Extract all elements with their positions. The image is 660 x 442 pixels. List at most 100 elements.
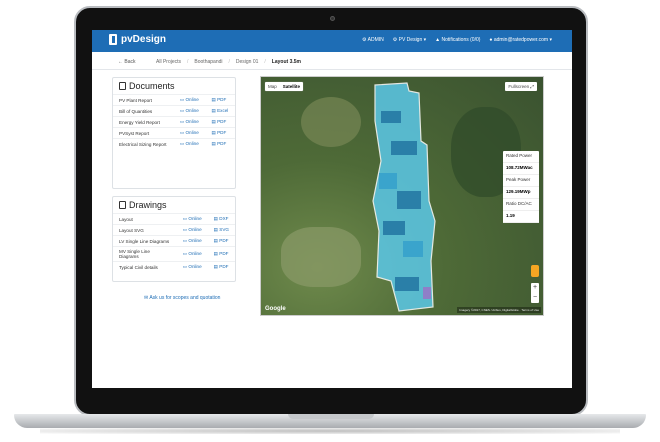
documents-table: PV Plant Report ▭ Online ▤ PDF Bill of Q… (113, 94, 235, 150)
online-label: Online (188, 216, 202, 221)
online-link[interactable]: ▭ Online (176, 213, 208, 225)
download-label: Excel (217, 108, 229, 113)
online-link[interactable]: ▭ Online (176, 224, 208, 236)
ratio-value: 1.19 (503, 211, 539, 223)
documents-title: Documents (129, 81, 175, 91)
download-label: PDF (219, 238, 229, 243)
peak-power-label: Peak Power (503, 175, 539, 187)
terrain-patch (281, 227, 361, 287)
online-link[interactable]: ▭ Online (176, 235, 208, 247)
download-label: PDF (217, 119, 227, 124)
online-link[interactable]: ▭ Online (173, 116, 206, 128)
download-label: PDF (219, 251, 229, 256)
crumb-all-projects[interactable]: All Projects (156, 59, 181, 65)
drawings-table: Layout ▭ Online ▤ DXF Layout SVG ▭ Onlin… (113, 213, 235, 273)
laptop-notch (288, 414, 374, 419)
download-link[interactable]: ▤ PDF (205, 94, 235, 106)
camera (330, 16, 335, 21)
nav-links: ⚙ ADMIN ⚙ PV Design ▾ ▲ Notifications (0… (362, 37, 552, 43)
doc-name: Electrical Sizing Report (113, 138, 174, 150)
back-button[interactable]: ← Back (118, 59, 136, 65)
pv-block (395, 277, 419, 291)
breadcrumb: ← Back All Projects / Boothapandi / Desi… (92, 52, 572, 70)
online-label: Online (188, 264, 202, 270)
screen: pvDesign ⚙ ADMIN ⚙ PV Design ▾ ▲ Notific… (92, 30, 572, 388)
drawing-name: Layout SVG (113, 224, 177, 236)
download-label: PDF (217, 141, 227, 147)
online-link[interactable]: ▭ Online (176, 246, 208, 262)
drawing-name: Typical Civil details (113, 261, 177, 273)
online-label: Online (185, 130, 199, 135)
online-link[interactable]: ▭ Online (173, 94, 206, 106)
download-link[interactable]: ▤ SVG (207, 224, 235, 236)
pegman-icon[interactable] (531, 265, 539, 277)
zoom-control: + − (531, 283, 539, 303)
table-row: Energy Yield Report ▭ Online ▤ PDF (113, 116, 235, 128)
download-link[interactable]: ▤ PDF (205, 138, 235, 150)
drawing-name: MV Single Line Diagrams (113, 246, 177, 262)
doc-name: Energy Yield Report (113, 116, 174, 128)
doc-name: PVSyst Report (113, 127, 174, 139)
quote-link[interactable]: ✉ Ask us for scopes and quotation (144, 295, 220, 301)
online-label: Online (185, 97, 199, 102)
pv-block (403, 241, 423, 257)
fullscreen-button[interactable]: Fullscreen ⤢ (505, 82, 537, 91)
online-label: Online (185, 119, 199, 124)
online-link[interactable]: ▭ Online (176, 261, 208, 273)
download-link[interactable]: ▤ DXF (207, 213, 235, 225)
crumb-project[interactable]: Boothapandi (194, 59, 222, 65)
table-row: MV Single Line Diagrams ▭ Online ▤ PDF (113, 246, 235, 262)
table-row: LV Single Line Diagrams ▭ Online ▤ PDF (113, 235, 235, 247)
pv-block (397, 191, 421, 209)
table-row: PV Plant Report ▭ Online ▤ PDF (113, 94, 235, 106)
crumb-design[interactable]: Design 01 (236, 59, 259, 65)
power-info-box: Rated Power 108.72MWac Peak Power 129.19… (503, 151, 539, 223)
table-row: PVSyst Report ▭ Online ▤ PDF (113, 127, 235, 139)
nav-pvdesign[interactable]: ⚙ PV Design ▾ (393, 37, 426, 43)
download-link[interactable]: ▤ PDF (205, 116, 235, 128)
download-link[interactable]: ▤ PDF (205, 127, 235, 139)
zoom-in-button[interactable]: + (531, 283, 539, 293)
download-label: DXF (219, 216, 229, 221)
ratio-label: Ratio DC/AC (503, 199, 539, 211)
nav-admin[interactable]: ⚙ ADMIN (362, 37, 384, 43)
map-attribution[interactable]: Imagery ©2017, CNES / Airbus, DigitalGlo… (457, 307, 541, 313)
download-label: PDF (217, 97, 227, 102)
documents-heading: Documents (113, 78, 235, 94)
pv-block (383, 221, 405, 235)
navbar: pvDesign ⚙ ADMIN ⚙ PV Design ▾ ▲ Notific… (92, 30, 572, 52)
pv-block (381, 111, 401, 123)
download-link[interactable]: ▤ PDF (207, 246, 235, 262)
table-row: Layout ▭ Online ▤ DXF (113, 213, 235, 225)
nav-user[interactable]: ● admin@ratedpower.com ▾ (489, 37, 552, 43)
terrain-patch (301, 97, 361, 147)
quote-link-label: Ask us for scopes and quotation (149, 295, 221, 301)
drawing-name: LV Single Line Diagrams (113, 235, 177, 247)
online-link[interactable]: ▭ Online (173, 138, 206, 150)
drawings-panel: Drawings Layout ▭ Online ▤ DXF Layout SV… (112, 196, 236, 282)
nav-notifications-label: Notifications (0/0) (441, 37, 481, 43)
download-label: SVG (219, 227, 229, 232)
crumb-layout: Layout 3.5m (271, 59, 301, 65)
download-link[interactable]: ▤ PDF (207, 235, 235, 247)
brand-name: pvDesign (121, 34, 167, 45)
drawings-title: Drawings (129, 200, 167, 210)
zoom-out-button[interactable]: − (531, 293, 539, 303)
nav-pvdesign-label: PV Design ▾ (398, 37, 427, 43)
online-link[interactable]: ▭ Online (173, 127, 206, 139)
download-link[interactable]: ▤ Excel (205, 105, 235, 117)
online-label: Online (185, 141, 199, 147)
rated-power-value: 108.72MWac (503, 163, 539, 175)
online-link[interactable]: ▭ Online (173, 105, 206, 117)
laptop-frame: pvDesign ⚙ ADMIN ⚙ PV Design ▾ ▲ Notific… (0, 0, 660, 442)
documents-panel: Documents PV Plant Report ▭ Online ▤ PDF… (112, 77, 236, 189)
document-icon (119, 82, 126, 90)
brand[interactable]: pvDesign (109, 34, 166, 45)
map-type-map[interactable]: Map (265, 82, 280, 91)
satellite-map[interactable]: Map Satellite Fullscreen ⤢ Rated Power 1… (260, 76, 544, 316)
pv-layout-overlay (372, 82, 436, 312)
nav-notifications[interactable]: ▲ Notifications (0/0) (435, 37, 480, 43)
map-type-satellite[interactable]: Satellite (280, 82, 303, 91)
download-link[interactable]: ▤ PDF (207, 261, 235, 273)
map-type-control: Map Satellite (265, 82, 304, 91)
